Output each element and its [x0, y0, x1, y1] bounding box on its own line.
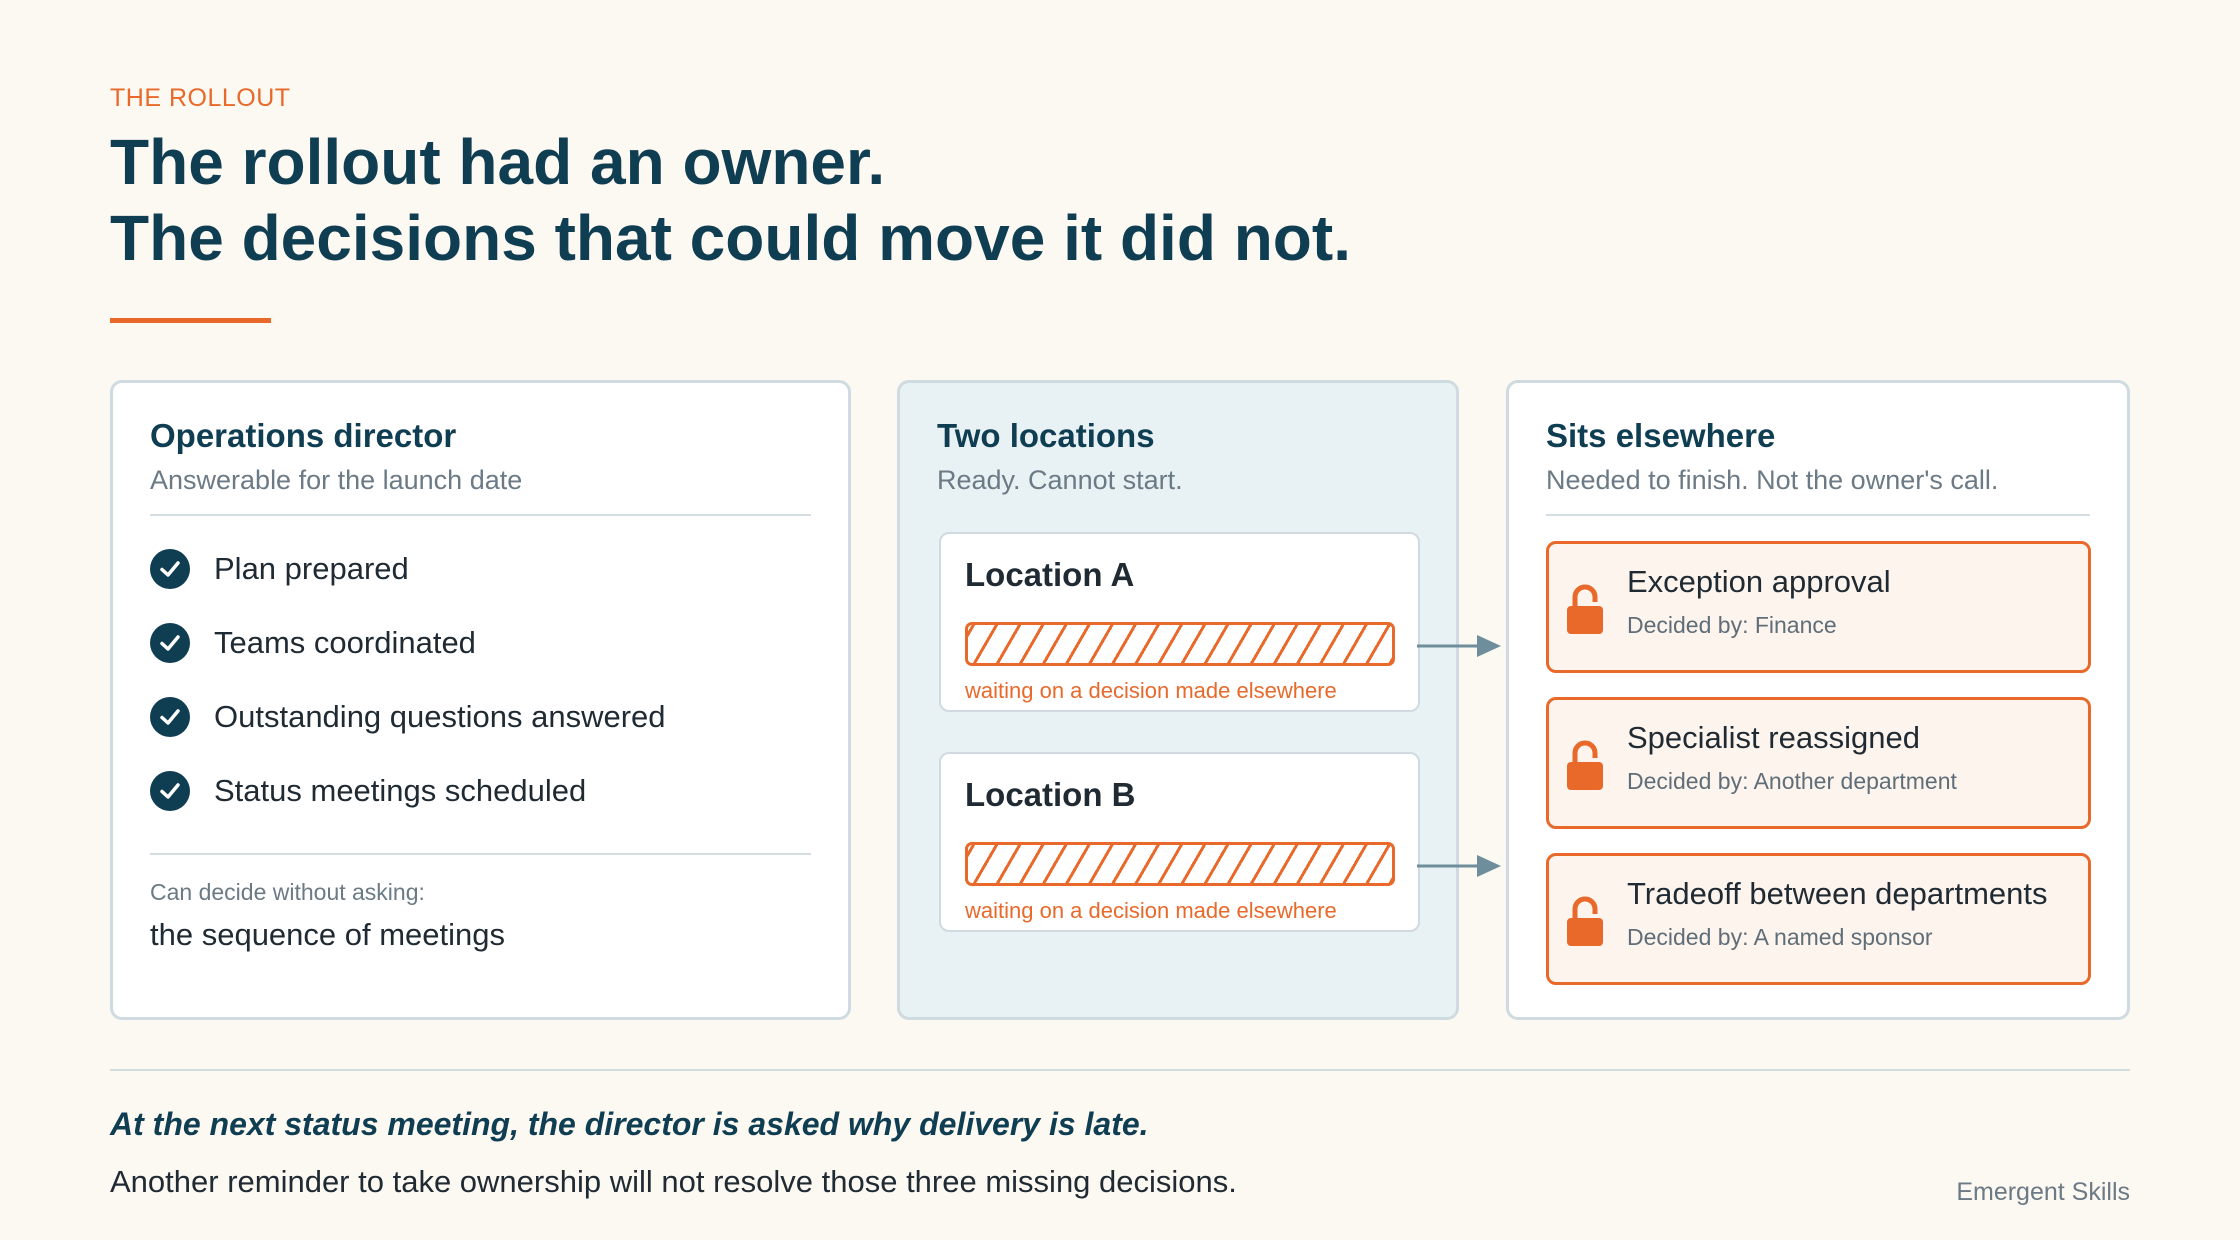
footer-statement: Another reminder to take ownership will …	[110, 1164, 1237, 1199]
title-accent-rule	[110, 318, 271, 323]
title-line-1: The rollout had an owner.	[110, 126, 886, 198]
location-name: Location A	[965, 556, 1135, 593]
check-label: Status meetings scheduled	[214, 773, 587, 808]
location-status: waiting on a decision made elsewhere	[965, 678, 1337, 703]
decision-owner: Decided by: Finance	[1627, 612, 1837, 638]
locations-heading: Two locations	[937, 417, 1155, 454]
lock-icon	[1567, 896, 1603, 946]
decision-card: Specialist reassigned Decided by: Anothe…	[1546, 697, 2091, 829]
elsewhere-panel: Sits elsewhere Needed to finish. Not the…	[1506, 380, 2130, 1020]
decision-owner: Decided by: Another department	[1627, 768, 1957, 794]
lock-icon	[1567, 584, 1603, 634]
check-circle-icon	[150, 697, 190, 737]
title-line-2: The decisions that could move it did not…	[110, 202, 1351, 274]
decision-card: Tradeoff between departments Decided by:…	[1546, 853, 2091, 985]
blocked-progress-bar	[965, 842, 1395, 886]
owner-divider	[150, 853, 811, 855]
decision-title: Specialist reassigned	[1627, 720, 1920, 755]
owner-panel: Operations director Answerable for the l…	[110, 380, 851, 1020]
locations-subheading: Ready. Cannot start.	[937, 465, 1183, 495]
check-item: Plan prepared	[150, 547, 409, 591]
check-item: Outstanding questions answered	[150, 695, 666, 739]
eyebrow: THE ROLLOUT	[110, 84, 291, 112]
decision-card: Exception approval Decided by: Finance	[1546, 541, 2091, 673]
owner-divider	[150, 514, 811, 516]
elsewhere-heading: Sits elsewhere	[1546, 417, 1776, 454]
elsewhere-divider	[1546, 514, 2090, 516]
decision-title: Tradeoff between departments	[1627, 876, 2048, 911]
check-label: Plan prepared	[214, 551, 409, 586]
arrow-right-icon	[1417, 635, 1501, 657]
page-title: The rollout had an owner. The decisions …	[110, 124, 1351, 276]
footer-divider	[110, 1069, 2130, 1071]
decision-owner: Decided by: A named sponsor	[1627, 924, 1933, 950]
location-status: waiting on a decision made elsewhere	[965, 898, 1337, 923]
location-card: Location A waiting on a decision made el…	[939, 532, 1420, 712]
decide-value: the sequence of meetings	[150, 917, 506, 952]
blocked-progress-bar	[965, 622, 1395, 666]
footer-question: At the next status meeting, the director…	[110, 1106, 1149, 1142]
check-item: Teams coordinated	[150, 621, 476, 665]
arrow-right-icon	[1417, 855, 1501, 877]
owner-heading: Operations director	[150, 417, 457, 454]
location-name: Location B	[965, 776, 1136, 813]
owner-subheading: Answerable for the launch date	[150, 465, 523, 495]
location-card: Location B waiting on a decision made el…	[939, 752, 1420, 932]
elsewhere-subheading: Needed to finish. Not the owner's call.	[1546, 465, 1999, 495]
decision-title: Exception approval	[1627, 564, 1891, 599]
decide-label: Can decide without asking:	[150, 879, 425, 905]
check-label: Teams coordinated	[214, 625, 476, 660]
check-circle-icon	[150, 549, 190, 589]
check-item: Status meetings scheduled	[150, 769, 586, 813]
lock-icon	[1567, 740, 1603, 790]
brand-label: Emergent Skills	[1956, 1178, 2130, 1206]
check-label: Outstanding questions answered	[214, 699, 666, 734]
check-circle-icon	[150, 623, 190, 663]
locations-panel: Two locations Ready. Cannot start. Locat…	[897, 380, 1459, 1020]
check-circle-icon	[150, 771, 190, 811]
